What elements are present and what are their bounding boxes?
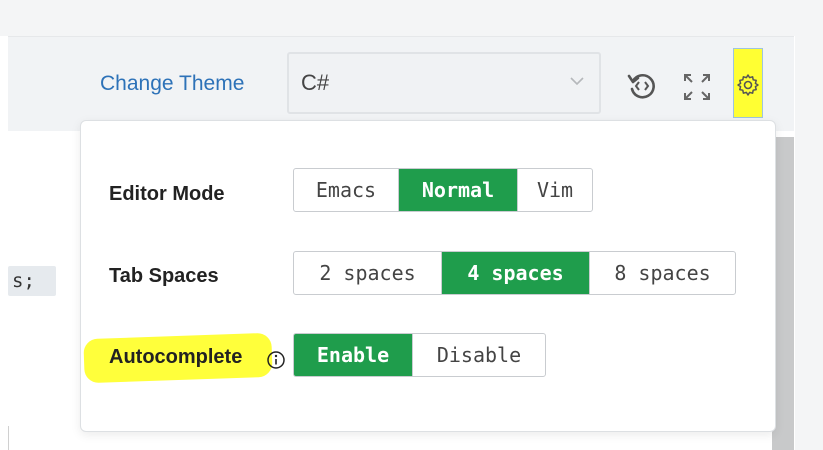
autocomplete-toggle: Enable Disable	[293, 333, 546, 377]
info-icon[interactable]	[266, 350, 286, 370]
language-select-value: C#	[301, 70, 330, 95]
page-background-right	[795, 0, 823, 450]
page-background-top	[0, 0, 823, 36]
gear-icon	[737, 74, 759, 96]
autocomplete-label: Autocomplete	[109, 346, 243, 368]
autocomplete-disable-option[interactable]: Disable	[413, 334, 545, 376]
tab-spaces-4-option[interactable]: 4 spaces	[442, 252, 590, 294]
editor-edge	[8, 426, 9, 450]
editor-mode-emacs-option[interactable]: Emacs	[294, 169, 399, 211]
language-select[interactable]: C#	[287, 52, 601, 114]
change-theme-link[interactable]: Change Theme	[100, 72, 244, 96]
chevron-down-icon	[570, 77, 584, 86]
editor-mode-normal-option[interactable]: Normal	[399, 169, 518, 211]
editor-mode-label: Editor Mode	[109, 183, 225, 205]
tab-spaces-toggle: 2 spaces 4 spaces 8 spaces	[293, 251, 736, 295]
editor-mode-vim-option[interactable]: Vim	[518, 169, 592, 211]
tab-spaces-label: Tab Spaces	[109, 265, 219, 287]
autocomplete-enable-option[interactable]: Enable	[294, 334, 413, 376]
code-fragment: s;	[8, 266, 56, 296]
tab-spaces-2-option[interactable]: 2 spaces	[294, 252, 442, 294]
settings-button[interactable]	[733, 48, 763, 118]
editor-mode-toggle: Emacs Normal Vim	[293, 168, 593, 212]
fullscreen-icon[interactable]	[682, 72, 712, 102]
tab-spaces-8-option[interactable]: 8 spaces	[590, 252, 735, 294]
reset-code-icon[interactable]	[626, 70, 658, 102]
